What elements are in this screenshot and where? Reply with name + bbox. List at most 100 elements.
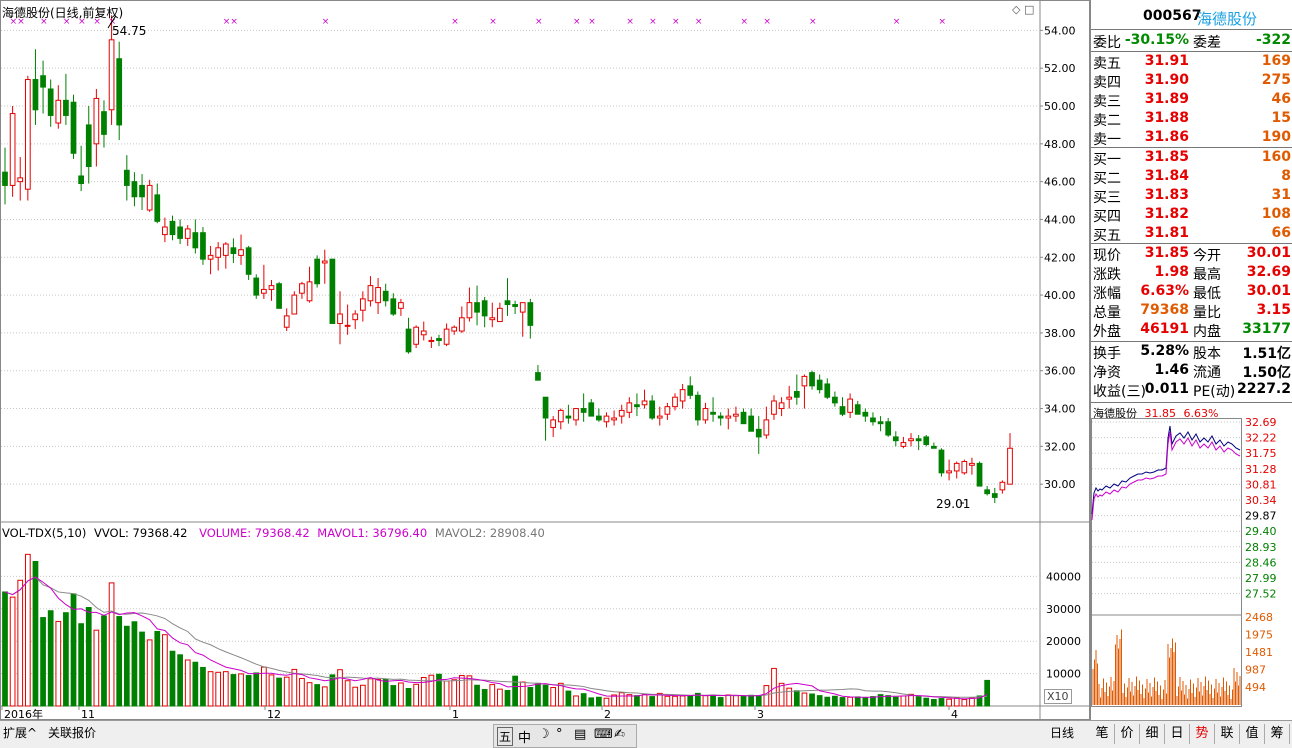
candle[interactable] [238, 234, 244, 265]
candle[interactable] [367, 276, 374, 307]
volume-bar[interactable] [9, 596, 16, 707]
candle[interactable] [245, 245, 252, 280]
volume-bar[interactable] [550, 687, 557, 707]
candle[interactable] [443, 323, 450, 347]
candle[interactable] [839, 397, 846, 417]
candle[interactable] [382, 283, 389, 307]
candle[interactable] [420, 321, 427, 341]
volume-bar[interactable] [63, 612, 69, 707]
volume-bar[interactable] [93, 629, 100, 707]
volume-bar[interactable] [405, 688, 412, 707]
volume-bar[interactable] [938, 698, 945, 707]
volume-bar[interactable] [824, 696, 831, 707]
candle[interactable] [816, 374, 823, 394]
candle[interactable] [862, 408, 869, 422]
volume-bar[interactable] [915, 696, 922, 707]
candle[interactable] [755, 416, 762, 454]
candle[interactable] [618, 404, 625, 424]
volume-bar[interactable] [352, 686, 359, 707]
candle[interactable] [938, 448, 945, 477]
volume-bar[interactable] [108, 582, 115, 707]
volume-bar[interactable] [291, 668, 298, 707]
candle[interactable] [169, 215, 176, 241]
volume-bar[interactable] [512, 675, 518, 707]
volume-bar[interactable] [504, 689, 511, 707]
candle[interactable] [596, 408, 602, 422]
volume-bar[interactable] [748, 694, 754, 707]
candle[interactable] [276, 281, 282, 309]
candle[interactable] [123, 155, 130, 201]
volume-bar[interactable] [55, 620, 62, 707]
candle[interactable] [512, 300, 518, 314]
candle[interactable] [649, 395, 656, 420]
volume-bar[interactable] [306, 682, 313, 707]
right-tab[interactable]: 价 [1115, 724, 1140, 744]
candle[interactable] [85, 106, 92, 184]
candle[interactable] [710, 397, 716, 422]
volume-bar[interactable] [664, 695, 671, 707]
candle[interactable] [306, 266, 313, 303]
candle[interactable] [314, 255, 321, 288]
x10-label[interactable]: X10 [1044, 689, 1072, 704]
candle[interactable] [497, 302, 503, 323]
candle[interactable] [679, 383, 686, 409]
ask-row[interactable]: 卖三 31.89 46 [1091, 90, 1292, 110]
bid-row[interactable]: 买三 31.83 31 [1091, 186, 1292, 206]
candle[interactable] [573, 408, 579, 426]
volume-bar[interactable] [131, 621, 138, 707]
candle[interactable] [603, 412, 610, 428]
candle[interactable] [953, 461, 960, 479]
volume-bar[interactable] [717, 697, 724, 707]
volume-bar[interactable] [207, 671, 214, 707]
candle[interactable] [375, 278, 381, 314]
candle[interactable] [359, 291, 366, 322]
volume-bar[interactable] [892, 696, 899, 707]
volume-bar[interactable] [367, 678, 374, 707]
volume-bar[interactable] [672, 695, 678, 707]
candle[interactable] [740, 408, 747, 425]
candle[interactable] [184, 225, 191, 246]
candle[interactable] [261, 264, 267, 299]
volume-bar[interactable] [283, 676, 290, 707]
candle[interactable] [390, 293, 397, 316]
volume-bar[interactable] [946, 698, 952, 707]
volume-bar[interactable] [70, 593, 77, 707]
candle[interactable] [870, 412, 876, 426]
candle[interactable] [900, 436, 907, 449]
volume-bar[interactable] [740, 695, 747, 707]
candle[interactable] [656, 406, 663, 426]
wrench-icon[interactable]: ✍ [614, 727, 625, 742]
volume-bar[interactable] [2, 591, 8, 707]
right-tab[interactable]: 日 [1165, 724, 1190, 744]
volume-bar[interactable] [870, 696, 876, 707]
right-tab[interactable]: 筹 [1265, 724, 1290, 744]
candle[interactable] [931, 442, 937, 449]
candle[interactable] [984, 486, 991, 496]
stat-row[interactable]: 总量 79368 量比 3.15 [1091, 301, 1292, 321]
candle[interactable] [527, 298, 534, 339]
candle[interactable] [626, 397, 633, 418]
volume-bar[interactable] [299, 677, 305, 707]
candle[interactable] [131, 172, 138, 207]
candle[interactable] [398, 298, 404, 316]
candle[interactable] [733, 406, 739, 422]
volume-bar[interactable] [169, 650, 176, 707]
candle[interactable] [405, 317, 412, 354]
candle[interactable] [139, 174, 145, 210]
candle[interactable] [116, 41, 123, 141]
candle[interactable] [321, 249, 328, 284]
candle[interactable] [504, 278, 511, 316]
right-tab[interactable]: 细 [1140, 724, 1165, 744]
volume-bar[interactable] [832, 695, 838, 707]
candle[interactable] [908, 433, 914, 447]
volume-bar[interactable] [382, 678, 389, 707]
volume-bar[interactable] [85, 607, 92, 707]
volume-bar[interactable] [375, 678, 381, 707]
volume-bar[interactable] [123, 625, 130, 707]
candle[interactable] [207, 245, 214, 275]
candle[interactable] [961, 459, 968, 475]
candle[interactable] [344, 304, 351, 335]
candle[interactable] [725, 408, 732, 430]
candle[interactable] [550, 416, 557, 437]
volume-bar[interactable] [519, 681, 526, 707]
